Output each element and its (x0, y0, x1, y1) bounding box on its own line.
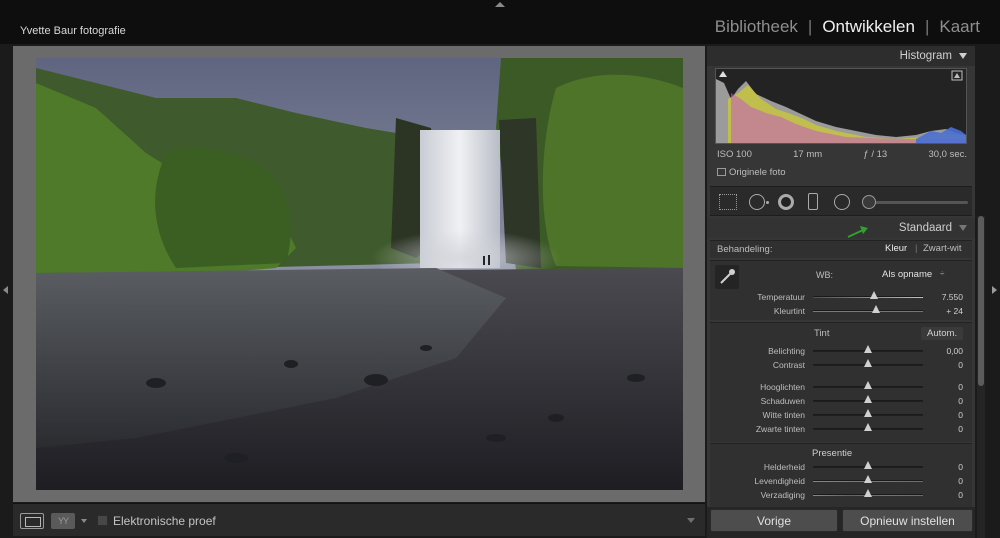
softproof-label: Elektronische proef (113, 514, 216, 528)
saturation-slider-knob[interactable] (864, 489, 872, 497)
slider-value-saturation[interactable]: 0 (921, 490, 963, 500)
green-arrow-icon (847, 226, 868, 238)
profile-header[interactable]: Standaard (707, 218, 975, 238)
slider-value-highlights[interactable]: 0 (921, 382, 963, 392)
crop-icon[interactable] (719, 194, 737, 210)
module-picker: Bibliotheek | Ontwikkelen | Kaart (715, 17, 980, 37)
histogram-header[interactable]: Histogram (707, 46, 975, 66)
slider-value-contrast[interactable]: 0 (921, 360, 963, 370)
slider-label-tint: Kleurtint (773, 306, 805, 316)
slider-label-highlights: Hooglichten (760, 382, 805, 392)
slider-value-exposure[interactable]: 0,00 (921, 346, 963, 356)
radial-filter-icon[interactable] (834, 194, 850, 210)
red-eye-icon[interactable] (778, 194, 794, 210)
blacks-slider-knob[interactable] (864, 423, 872, 431)
slider-label-contrast: Contrast (772, 360, 805, 370)
slider-value-whites[interactable]: 0 (921, 410, 963, 420)
treatment-bw-button[interactable]: Zwart-wit (923, 243, 962, 254)
scrollbar-thumb[interactable] (978, 216, 984, 386)
slider-label-vibrance: Levendigheid (754, 476, 805, 486)
panel-footer: Vorige Opnieuw instellen (707, 507, 975, 538)
image-preview-area (13, 46, 705, 502)
treatment-separator: | (915, 243, 918, 254)
tone-section: Tint Autom. Belichting 0,00 Contrast 0 H… (710, 322, 972, 442)
original-photo-checkbox[interactable] (717, 168, 726, 176)
eyedropper-icon[interactable] (715, 265, 739, 289)
top-panel-toggle-icon[interactable] (495, 2, 505, 7)
right-panel-toggle-icon[interactable] (992, 286, 997, 294)
module-separator: | (807, 17, 813, 36)
bottom-toolbar: YY Elektronische proef (13, 503, 705, 536)
profile-label: Standaard (898, 222, 952, 234)
graduated-filter-icon[interactable] (808, 193, 818, 210)
white-balance-section: WB: Als opname ÷ Temperatuur 7.550 Kleur… (710, 260, 972, 320)
temperature-slider[interactable] (813, 296, 923, 298)
top-bar: Yvette Baur fotografie Bibliotheek | Ont… (0, 0, 1000, 44)
adjustment-brush-track (864, 201, 968, 204)
slider-label-saturation: Verzadiging (760, 490, 805, 500)
softproof-checkbox[interactable] (97, 515, 108, 526)
exposure-slider-knob[interactable] (864, 345, 872, 353)
slider-value-tint[interactable]: + 24 (921, 306, 963, 316)
previous-button[interactable]: Vorige (710, 509, 838, 532)
slider-value-vibrance[interactable]: 0 (921, 476, 963, 486)
exif-info: ISO 100 17 mm ƒ / 13 30,0 sec. (717, 149, 967, 160)
photo-preview[interactable] (36, 58, 683, 490)
tint-slider-knob[interactable] (871, 305, 880, 313)
slider-label-shadows: Schaduwen (760, 396, 805, 406)
collapse-icon (959, 53, 967, 59)
reset-button[interactable]: Opnieuw instellen (842, 509, 973, 532)
spot-removal-icon[interactable] (749, 194, 765, 210)
slider-value-clarity[interactable]: 0 (921, 462, 963, 472)
treatment-row: Behandeling: Kleur | Zwart-wit (710, 240, 972, 258)
module-library[interactable]: Bibliotheek (715, 17, 798, 37)
before-after-dropdown-icon[interactable] (81, 519, 87, 523)
exif-aperture: ƒ / 13 (863, 149, 888, 160)
exif-iso: ISO 100 (717, 149, 752, 160)
auto-tone-button[interactable]: Autom. (921, 327, 964, 340)
left-panel-toggle-icon[interactable] (3, 286, 8, 294)
presence-title: Presentie (812, 448, 853, 459)
toolbar-options-icon[interactable] (687, 518, 695, 523)
histogram-title: Histogram (899, 50, 952, 62)
slider-label-temperature: Temperatuur (757, 292, 805, 302)
wb-stepper-icon[interactable]: ÷ (940, 269, 944, 278)
contrast-slider-knob[interactable] (864, 359, 872, 367)
right-panel: Histogram ISO 100 17 mm ƒ / 13 30,0 sec.… (707, 46, 975, 538)
temperature-slider-knob[interactable] (869, 291, 878, 299)
wb-label: WB: (816, 270, 833, 280)
module-separator: | (924, 17, 930, 36)
treatment-label: Behandeling: (717, 244, 773, 255)
clarity-slider-knob[interactable] (864, 461, 872, 469)
profile-dropdown-icon (959, 225, 967, 231)
slider-label-whites: Witte tinten (762, 410, 805, 420)
tone-title: Tint (814, 328, 830, 339)
slider-value-temperature[interactable]: 7.550 (921, 292, 963, 302)
right-panel-scrollbar[interactable] (977, 216, 985, 538)
module-develop[interactable]: Ontwikkelen (822, 17, 915, 37)
vibrance-slider-knob[interactable] (864, 475, 872, 483)
identity-plate: Yvette Baur fotografie (20, 25, 126, 37)
histogram-chart (715, 68, 967, 144)
before-after-icon[interactable]: YY (51, 513, 75, 529)
original-photo-label: Originele foto (729, 167, 786, 178)
slider-value-shadows[interactable]: 0 (921, 396, 963, 406)
treatment-color-button[interactable]: Kleur (885, 243, 907, 254)
slider-label-clarity: Helderheid (763, 462, 805, 472)
slider-value-blacks[interactable]: 0 (921, 424, 963, 434)
adjustment-brush-icon[interactable] (862, 195, 876, 209)
exif-shutter: 30,0 sec. (928, 149, 967, 160)
tool-strip (710, 186, 972, 216)
wb-preset-select[interactable]: Als opname (882, 269, 932, 280)
tint-slider[interactable] (813, 310, 923, 312)
shadows-slider-knob[interactable] (864, 395, 872, 403)
slider-label-blacks: Zwarte tinten (755, 424, 805, 434)
spot-removal-dot-icon (766, 201, 769, 204)
whites-slider-knob[interactable] (864, 409, 872, 417)
exif-focal-length: 17 mm (793, 149, 823, 160)
module-map[interactable]: Kaart (939, 17, 980, 37)
slider-label-exposure: Belichting (768, 346, 805, 356)
highlights-slider-knob[interactable] (864, 381, 872, 389)
loupe-view-icon[interactable] (20, 513, 44, 529)
